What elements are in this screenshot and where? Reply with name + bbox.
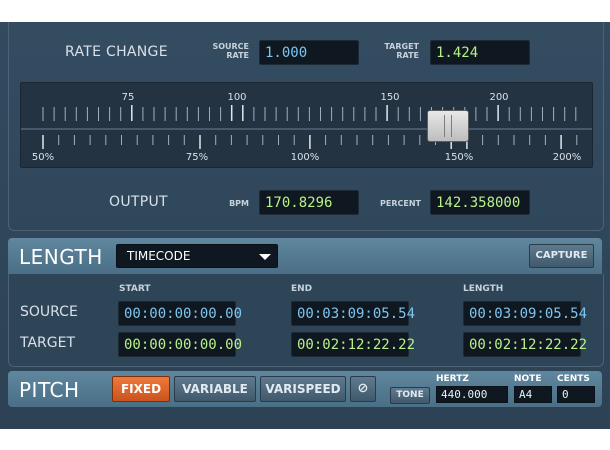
output-label: OUTPUT: [109, 194, 168, 210]
scale-label-150pct: 150%: [445, 152, 474, 163]
cents-label: CENTS: [557, 374, 590, 384]
rate-change-title: RATE CHANGE: [65, 44, 168, 60]
source-rate-field[interactable]: 1.000: [259, 40, 359, 65]
app-window: RATE CHANGE SOURCE RATE 1.000 TARGET RATE …: [0, 22, 610, 429]
column-header-start: START: [119, 284, 151, 294]
target-end-field[interactable]: 00:02:12:22.22: [291, 332, 415, 357]
percent-label: PERCENT: [380, 199, 421, 208]
bpm-field[interactable]: 170.8296: [259, 190, 359, 215]
length-header: LENGTH TIMECODE CAPTURE: [8, 238, 602, 274]
scale-ticks-top: [42, 105, 577, 121]
target-rate-label: TARGET RATE: [384, 42, 419, 60]
source-rate-label: SOURCE RATE: [212, 42, 249, 60]
column-header-length: LENGTH: [463, 284, 504, 294]
note-label: NOTE: [514, 374, 542, 384]
scale-label-100pct: 100%: [291, 152, 320, 163]
variable-mode-button[interactable]: VARIABLE: [174, 376, 256, 402]
length-mode-dropdown[interactable]: TIMECODE: [116, 244, 278, 268]
bpm-label: BPM: [229, 199, 249, 208]
scale-label-100: 100: [227, 92, 246, 103]
scale-label-200pct: 200%: [553, 152, 582, 163]
chevron-down-icon: [259, 254, 271, 260]
bypass-icon: ⊘: [357, 381, 369, 396]
capture-button[interactable]: CAPTURE: [529, 244, 594, 268]
length-mode-value: TIMECODE: [127, 249, 191, 263]
target-rate-field[interactable]: 1.424: [430, 40, 530, 65]
column-header-end: END: [291, 284, 313, 294]
row-label-target: TARGET: [20, 335, 76, 351]
tone-button[interactable]: TONE: [390, 387, 430, 404]
length-title: LENGTH: [19, 245, 103, 269]
target-start-field[interactable]: 00:00:00:00.00: [118, 332, 242, 357]
scale-label-200: 200: [489, 92, 508, 103]
scale-label-150: 150: [380, 92, 399, 103]
pitch-header: PITCH FIXED VARIABLE VARISPEED ⊘ TONE HE…: [8, 371, 602, 407]
length-panel: START END LENGTH SOURCE 00:00:00:00.00 0…: [8, 274, 604, 367]
hertz-field[interactable]: 440.000: [436, 386, 508, 403]
source-start-field[interactable]: 00:00:00:00.00: [118, 301, 242, 326]
hertz-label: HERTZ: [436, 374, 469, 384]
rate-change-panel: RATE CHANGE SOURCE RATE 1.000 TARGET RATE …: [8, 22, 604, 231]
percent-field[interactable]: 142.358000: [430, 190, 530, 215]
scale-label-75pct: 75%: [186, 152, 208, 163]
scale-label-75: 75: [122, 92, 135, 103]
rate-slider[interactable]: 75 100 150 200 50% 75% 100% 150% 200%: [20, 82, 593, 168]
target-length-field[interactable]: 00:02:12:22.22: [463, 332, 587, 357]
row-label-source: SOURCE: [20, 304, 78, 320]
cents-field[interactable]: 0: [557, 386, 595, 403]
source-length-field[interactable]: 00:03:09:05.54: [463, 301, 587, 326]
fixed-mode-button[interactable]: FIXED: [112, 376, 170, 402]
rate-scale: 75 100 150 200 50% 75% 100% 150% 200%: [21, 92, 592, 163]
source-end-field[interactable]: 00:03:09:05.54: [291, 301, 415, 326]
scale-label-50pct: 50%: [32, 152, 54, 163]
varispeed-mode-button[interactable]: VARISPEED: [260, 376, 346, 402]
note-field[interactable]: A4: [514, 386, 552, 403]
pitch-title: PITCH: [19, 378, 80, 402]
rate-slider-thumb[interactable]: [427, 110, 469, 142]
bypass-button[interactable]: ⊘: [350, 376, 376, 402]
scale-ticks-bottom: [42, 135, 578, 149]
